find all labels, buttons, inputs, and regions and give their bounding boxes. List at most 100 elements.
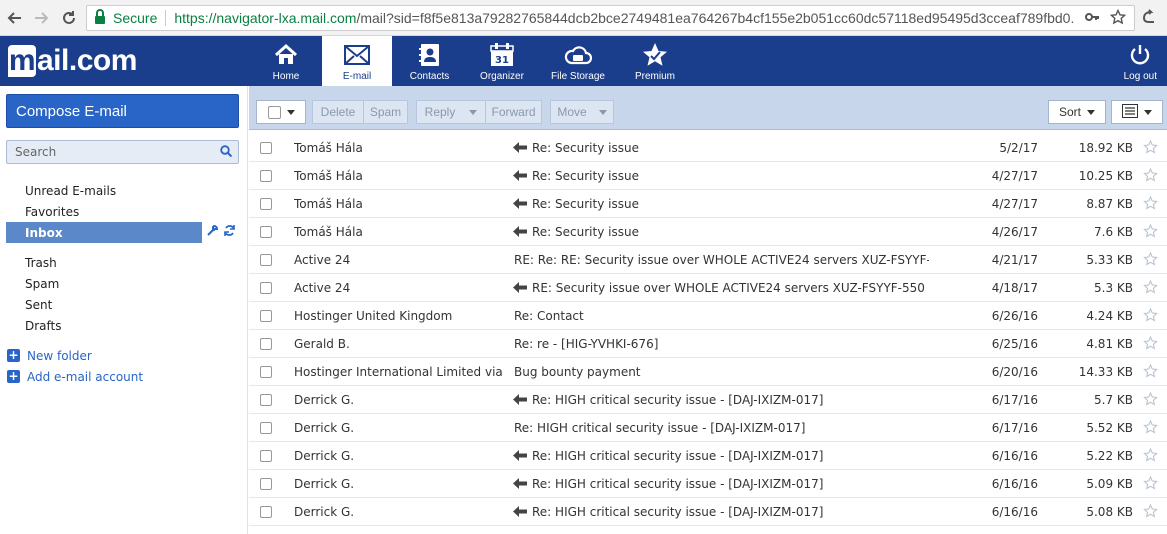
email-sender: Active 24 — [294, 280, 351, 295]
folder-sent[interactable]: Sent — [6, 294, 239, 315]
app-header: m ail.com Home E-mail Contacts 31 Organiz… — [0, 36, 1167, 86]
email-row[interactable]: Derrick G. Re: HIGH critical security iss… — [249, 498, 1167, 526]
email-row[interactable]: Derrick G. Re: HIGH critical security iss… — [249, 470, 1167, 498]
email-subject: RE: Security issue over WHOLE ACTIVE24 s… — [532, 280, 925, 295]
view-options-button[interactable] — [1111, 100, 1163, 124]
star-icon[interactable] — [1143, 195, 1158, 211]
email-row[interactable]: Active 24 RE: Re: RE: Security issue over… — [249, 246, 1167, 274]
key-icon[interactable] — [1084, 9, 1100, 29]
nav-premium[interactable]: Premium — [619, 36, 691, 86]
star-icon[interactable] — [1143, 475, 1158, 491]
star-icon[interactable] — [1143, 363, 1158, 379]
star-icon[interactable] — [1143, 279, 1158, 295]
logout-button[interactable]: Log out — [1124, 36, 1157, 86]
chevron-down-icon — [286, 109, 295, 115]
email-row[interactable]: Tomáš Hála Re: Security issue 4/27/17 10.25… — [249, 162, 1167, 190]
email-sender: Tomáš Hála — [294, 140, 363, 155]
star-icon[interactable] — [1143, 139, 1158, 155]
wrench-icon[interactable] — [206, 224, 219, 241]
email-row[interactable]: Derrick G. Re: HIGH critical security iss… — [249, 442, 1167, 470]
row-checkbox[interactable] — [260, 422, 272, 434]
add-email-account-link[interactable]: + Add e-mail account — [6, 366, 239, 387]
select-all-dropdown[interactable] — [256, 100, 306, 124]
folder-favorites[interactable]: Favorites — [6, 201, 239, 222]
row-checkbox[interactable] — [260, 366, 272, 378]
email-row[interactable]: Hostinger United Kingdom Re: Contact 6/26/… — [249, 302, 1167, 330]
folder-drafts[interactable]: Drafts — [6, 315, 239, 336]
browser-toolbar: Secure https://navigator-lxa.mail.com/ma… — [0, 0, 1167, 36]
email-row[interactable]: Tomáš Hála Re: Security issue 4/26/17 7.6 K… — [249, 218, 1167, 246]
email-row[interactable]: Active 24 RE: Security issue over WHOLE A… — [249, 274, 1167, 302]
email-size: 14.33 KB — [1078, 364, 1133, 379]
sort-button[interactable]: Sort — [1048, 100, 1106, 124]
select-all-checkbox[interactable] — [267, 105, 281, 119]
forward-arrow-icon[interactable] — [30, 7, 52, 29]
nav-email[interactable]: E-mail — [322, 36, 392, 86]
nav-organizer[interactable]: 31 Organizer — [467, 36, 537, 86]
email-row[interactable]: Derrick G. Re: HIGH critical security iss… — [249, 386, 1167, 414]
new-folder-link[interactable]: + New folder — [6, 345, 239, 366]
email-list: Tomáš Hála Re: Security issue 5/2/17 18.92 … — [249, 134, 1167, 526]
star-icon[interactable] — [1143, 251, 1158, 267]
nav-contacts[interactable]: Contacts — [392, 36, 467, 86]
row-checkbox[interactable] — [260, 170, 272, 182]
mail-com-logo[interactable]: m ail.com — [8, 44, 137, 78]
cloud-icon — [564, 42, 592, 68]
email-row[interactable]: Tomáš Hála Re: Security issue 5/2/17 18.92 … — [249, 134, 1167, 162]
row-checkbox[interactable] — [260, 226, 272, 238]
email-size: 7.6 KB — [1094, 224, 1133, 239]
email-row[interactable]: Tomáš Hála Re: Security issue 4/27/17 8.87 … — [249, 190, 1167, 218]
email-subject: Re: HIGH critical security issue - [DAJ-… — [514, 420, 806, 435]
star-icon[interactable] — [1143, 391, 1158, 407]
bookmark-star-icon[interactable] — [1109, 8, 1127, 29]
folder-spam[interactable]: Spam — [6, 273, 239, 294]
star-icon[interactable] — [1143, 223, 1158, 239]
search-icon[interactable] — [220, 145, 233, 158]
star-icon[interactable] — [1143, 335, 1158, 351]
row-checkbox[interactable] — [260, 198, 272, 210]
calendar-icon: 31 — [490, 42, 514, 68]
star-icon[interactable] — [1143, 307, 1158, 323]
address-bar[interactable]: Secure https://navigator-lxa.mail.com/ma… — [86, 5, 1135, 31]
email-date: 6/26/16 — [991, 308, 1038, 323]
folder-inbox[interactable]: Inbox — [6, 222, 202, 243]
row-checkbox[interactable] — [260, 478, 272, 490]
row-checkbox[interactable] — [260, 506, 272, 518]
delete-button[interactable]: Delete — [312, 100, 364, 124]
reply-button[interactable]: Reply — [416, 100, 486, 124]
extension-icon[interactable] — [1141, 8, 1157, 28]
spam-button[interactable]: Spam — [363, 100, 408, 124]
main-nav: Home E-mail Contacts 31 Organizer File S… — [250, 36, 691, 86]
chevron-down-icon — [598, 109, 607, 115]
folder-unread[interactable]: Unread E-mails — [6, 180, 239, 201]
back-arrow-icon[interactable] — [4, 7, 26, 29]
star-icon[interactable] — [1143, 167, 1158, 183]
refresh-icon[interactable] — [223, 224, 236, 241]
row-checkbox[interactable] — [260, 254, 272, 266]
nav-file-storage[interactable]: File Storage — [537, 36, 619, 86]
email-row[interactable]: Derrick G. Re: HIGH critical security iss… — [249, 414, 1167, 442]
compose-email-button[interactable]: Compose E-mail — [6, 94, 239, 128]
add-email-account-label: Add e-mail account — [27, 369, 144, 384]
replied-icon — [513, 226, 527, 237]
star-icon[interactable] — [1143, 419, 1158, 435]
star-icon[interactable] — [1143, 503, 1158, 519]
mail-toolbar: Delete Spam Reply Forward Move Sort — [249, 86, 1167, 130]
forward-button[interactable]: Forward — [485, 100, 542, 124]
search-input[interactable]: Search — [6, 140, 239, 164]
email-row[interactable]: Gerald B. Re: re - [HIG-YVHKI-676] 6/25/16… — [249, 330, 1167, 358]
email-row[interactable]: Hostinger International Limited via ... B… — [249, 358, 1167, 386]
email-size: 4.81 KB — [1086, 336, 1133, 351]
email-subject: Re: HIGH critical security issue - [DAJ-… — [532, 448, 824, 463]
folder-trash[interactable]: Trash — [6, 252, 239, 273]
row-checkbox[interactable] — [260, 282, 272, 294]
reload-icon[interactable] — [58, 7, 80, 29]
nav-home[interactable]: Home — [250, 36, 322, 86]
move-button[interactable]: Move — [550, 100, 614, 124]
row-checkbox[interactable] — [260, 142, 272, 154]
row-checkbox[interactable] — [260, 338, 272, 350]
row-checkbox[interactable] — [260, 310, 272, 322]
row-checkbox[interactable] — [260, 450, 272, 462]
row-checkbox[interactable] — [260, 394, 272, 406]
star-icon[interactable] — [1143, 447, 1158, 463]
